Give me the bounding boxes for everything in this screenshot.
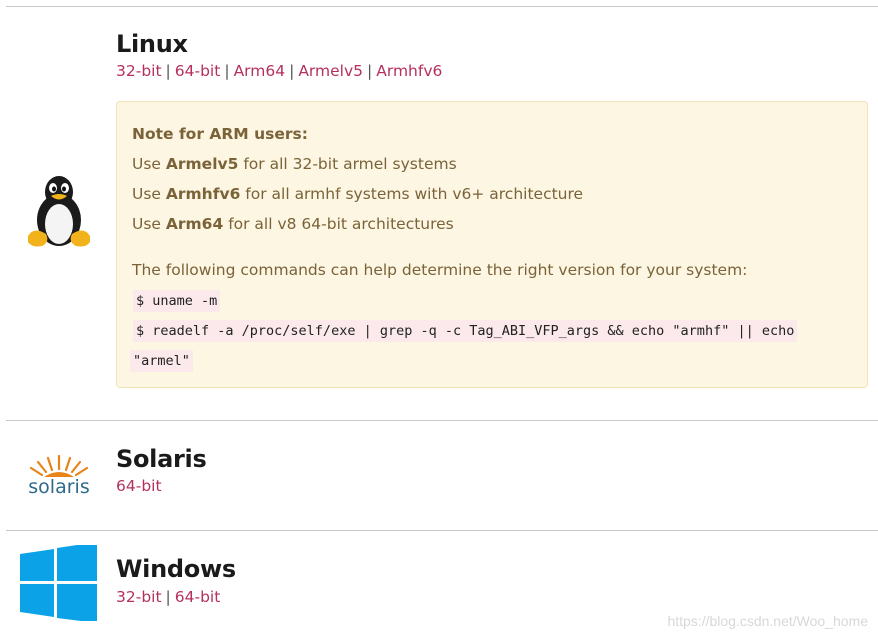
command-readelf-continued: "armel" xyxy=(130,350,193,372)
link-separator: | xyxy=(165,62,171,80)
tux-penguin-icon xyxy=(24,172,94,250)
linux-link-armelv5[interactable]: Armelv5 xyxy=(298,62,363,80)
windows-title: Windows xyxy=(116,555,236,583)
note-heading: Note for ARM users: xyxy=(132,125,308,143)
solaris-download-links: 64-bit xyxy=(116,476,162,496)
solaris-link-64bit[interactable]: 64-bit xyxy=(116,477,162,495)
linux-section: Linux 32-bit | 64-bit | Arm64 | Armelv5 | Armhfv… xyxy=(0,0,878,420)
note-line-armhfv6: Use Armhfv6 for all armhf systems with v… xyxy=(132,184,583,204)
linux-link-arm64[interactable]: Arm64 xyxy=(234,62,286,80)
note-text: Use xyxy=(132,215,166,233)
linux-link-armhfv6[interactable]: Armhfv6 xyxy=(376,62,442,80)
windows-download-links: 32-bit | 64-bit xyxy=(116,587,220,607)
note-text: Use xyxy=(132,155,166,173)
note-text: Use xyxy=(132,185,166,203)
watermark-text: https://blog.csdn.net/Woo_home xyxy=(667,613,868,629)
note-help-text: The following commands can help determin… xyxy=(132,261,748,279)
note-text: for all armhf systems with v6+ architect… xyxy=(240,185,584,203)
link-separator: | xyxy=(289,62,295,80)
link-separator: | xyxy=(224,62,230,80)
command-uname: $ uname -m xyxy=(133,290,221,312)
linux-link-64bit[interactable]: 64-bit xyxy=(175,62,221,80)
linux-title: Linux xyxy=(116,30,188,58)
linux-link-32bit[interactable]: 32-bit xyxy=(116,62,162,80)
solaris-section: solaris Solaris 64-bit xyxy=(0,421,878,530)
link-separator: | xyxy=(367,62,373,80)
windows-link-32bit[interactable]: 32-bit xyxy=(116,588,162,606)
note-text: for all 32-bit armel systems xyxy=(238,155,457,173)
note-line-armelv5: Use Armelv5 for all 32-bit armel systems xyxy=(132,154,457,174)
linux-download-links: 32-bit | 64-bit | Arm64 | Armelv5 | Armhfv6 xyxy=(116,61,442,81)
solaris-logo-text: solaris xyxy=(28,476,89,497)
solaris-title: Solaris xyxy=(116,445,207,473)
note-bold-term: Armhfv6 xyxy=(165,185,241,203)
link-separator: | xyxy=(165,588,171,606)
solaris-logo-icon: solaris xyxy=(18,453,100,498)
note-text: for all v8 64-bit architectures xyxy=(223,215,454,233)
windows-logo-icon xyxy=(20,542,98,623)
windows-link-64bit[interactable]: 64-bit xyxy=(175,588,221,606)
arm-users-note: Note for ARM users: Use Armelv5 for all … xyxy=(116,101,868,388)
note-line-arm64: Use Arm64 for all v8 64-bit architecture… xyxy=(132,214,454,234)
note-bold-term: Arm64 xyxy=(165,215,224,233)
note-bold-term: Armelv5 xyxy=(165,155,239,173)
command-readelf: $ readelf -a /proc/self/exe | grep -q -c… xyxy=(133,320,798,342)
